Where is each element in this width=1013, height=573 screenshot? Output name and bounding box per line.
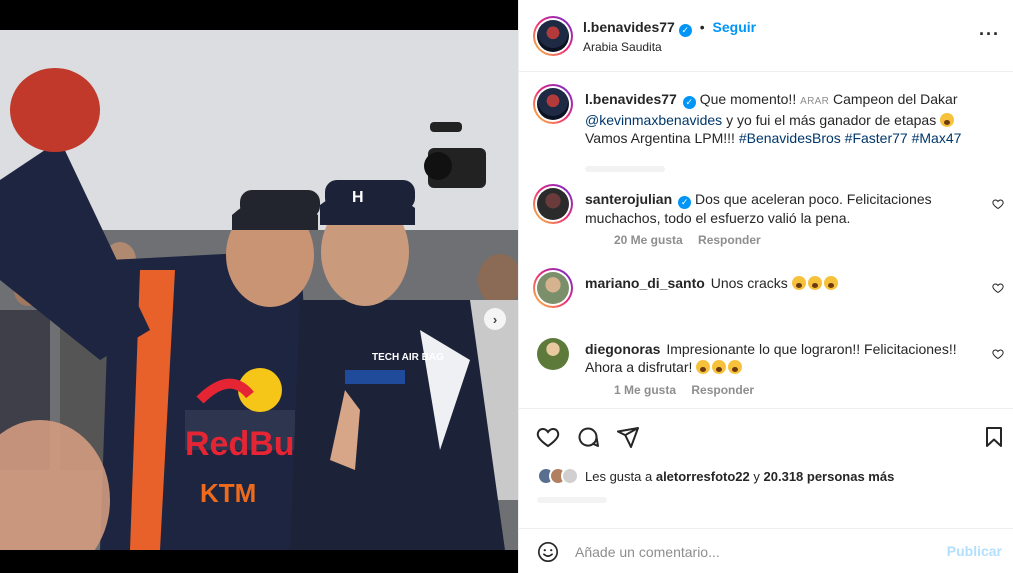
raising-hands-emoji-icon (823, 276, 838, 290)
raising-hands-emoji-icon (712, 360, 727, 374)
comment-username[interactable]: santerojulian (585, 191, 672, 207)
verified-badge-icon: ✓ (682, 96, 696, 109)
comment-avatar[interactable] (533, 184, 573, 224)
hashtag-link[interactable]: #BenavidesBros (739, 130, 841, 146)
bookmark-icon[interactable] (982, 425, 1006, 449)
likes-count[interactable]: 20.318 personas más (764, 469, 895, 484)
post-actions: Les gusta a aletorresfoto22 y 20.318 per… (519, 408, 1013, 528)
caption-part4: Vamos Argentina LPM!!! (585, 130, 735, 146)
comment-username[interactable]: mariano_di_santo (585, 275, 705, 291)
heart-icon[interactable] (536, 425, 560, 449)
comment-text: mariano_di_santo Unos cracks (585, 274, 980, 292)
hashtag-link[interactable]: #Faster77 (845, 130, 908, 146)
comment-meta: 1 Me gusta Responder (614, 383, 766, 397)
comment-body: Dos que aceleran poco. Felicitaciones (695, 191, 932, 207)
caption-time-placeholder (585, 166, 665, 172)
photo-illustration: RedBu KTM TECH AIR BAG H (0, 30, 518, 550)
separator-dot: • (699, 19, 705, 35)
post-time-placeholder (537, 497, 607, 503)
comment-avatar[interactable] (533, 268, 573, 308)
likes-text: Les gusta a aletorresfoto22 y 20.318 per… (585, 469, 894, 484)
comment-composer: Publicar (519, 528, 1013, 573)
publish-button[interactable]: Publicar (947, 543, 1002, 559)
post-location[interactable]: Arabia Saudita (583, 40, 662, 54)
comment-likes[interactable]: 1 Me gusta (614, 383, 676, 397)
comment-username[interactable]: diegonoras (585, 341, 660, 357)
chevron-right-icon: › (492, 311, 498, 327)
author-avatar[interactable] (533, 16, 573, 56)
comments-section[interactable]: l.benavides77 ✓ Que momento!! ARAR Campeo… (519, 72, 1013, 408)
caption-part3: y yo fui el más ganador de etapas (726, 112, 937, 128)
caption-username[interactable]: l.benavides77 (585, 91, 677, 107)
likes-summary[interactable]: Les gusta a aletorresfoto22 y 20.318 per… (537, 467, 894, 485)
raising-hands-emoji-icon (807, 276, 822, 290)
raising-hands-emoji-icon (696, 360, 711, 374)
verified-badge-icon: ✓ (678, 196, 692, 209)
post-header: l.benavides77 ✓ • Seguir Arabia Saudita ·… (519, 0, 1013, 72)
likes-middle: y (753, 468, 760, 484)
smiley-icon[interactable] (537, 541, 559, 563)
svg-text:RedBu: RedBu (185, 425, 295, 463)
comment-body: Unos cracks (710, 275, 788, 291)
hashtag-link[interactable]: #Max47 (912, 130, 962, 146)
post-side-panel: l.benavides77 ✓ • Seguir Arabia Saudita ·… (518, 0, 1013, 573)
svg-text:H: H (352, 189, 364, 206)
caption-text: l.benavides77 ✓ Que momento!! ARAR Campeo… (585, 90, 980, 147)
comment-text: diegonoras Impresionante lo que lograron… (585, 340, 980, 376)
comment-avatar[interactable] (537, 338, 569, 370)
comment-heart-icon[interactable] (992, 198, 1004, 210)
comment-heart-icon[interactable] (992, 282, 1004, 294)
caption-part1: Que momento!! (699, 91, 797, 107)
liker-avatar (561, 467, 579, 485)
likes-prefix: Les gusta a (585, 468, 653, 484)
raising-hands-emoji-icon (728, 360, 743, 374)
comment-icon[interactable] (576, 425, 600, 449)
carousel-next-button[interactable]: › (484, 308, 506, 330)
raising-hands-emoji-icon (791, 276, 806, 290)
author-username[interactable]: l.benavides77 (583, 19, 675, 35)
flag-text: ARAR (800, 96, 830, 107)
liker-username[interactable]: aletorresfoto22 (656, 469, 750, 484)
scream-emoji-icon (940, 113, 955, 127)
svg-text:TECH AIR BAG: TECH AIR BAG (372, 352, 444, 363)
caption-part2: Campeon del Dakar (832, 91, 958, 107)
post-media: RedBu KTM TECH AIR BAG H › (0, 0, 518, 573)
comment-likes[interactable]: 20 Me gusta (614, 233, 683, 247)
post-photo[interactable]: RedBu KTM TECH AIR BAG H › (0, 30, 518, 550)
comment-body-line2: Ahora a disfrutar! (585, 359, 693, 375)
comment-meta: 20 Me gusta Responder (614, 233, 773, 247)
svg-text:KTM: KTM (200, 478, 256, 508)
reply-button[interactable]: Responder (698, 233, 761, 247)
send-icon[interactable] (616, 425, 640, 449)
mention-link[interactable]: @kevinmaxbenavides (585, 112, 722, 128)
comment-input[interactable] (575, 541, 935, 563)
comment-heart-icon[interactable] (992, 348, 1004, 360)
comment-body: Impresionante lo que lograron!! Felicita… (666, 341, 957, 357)
comment-text: santerojulian ✓ Dos que aceleran poco. Fe… (585, 190, 980, 227)
comment-body-line2: muchachos, todo el esfuerzo valió la pen… (585, 210, 851, 226)
caption-avatar[interactable] (533, 84, 573, 124)
verified-badge-icon: ✓ (678, 24, 692, 37)
follow-button[interactable]: Seguir (713, 19, 757, 35)
more-options-icon[interactable]: ··· (979, 24, 1000, 45)
reply-button[interactable]: Responder (691, 383, 754, 397)
